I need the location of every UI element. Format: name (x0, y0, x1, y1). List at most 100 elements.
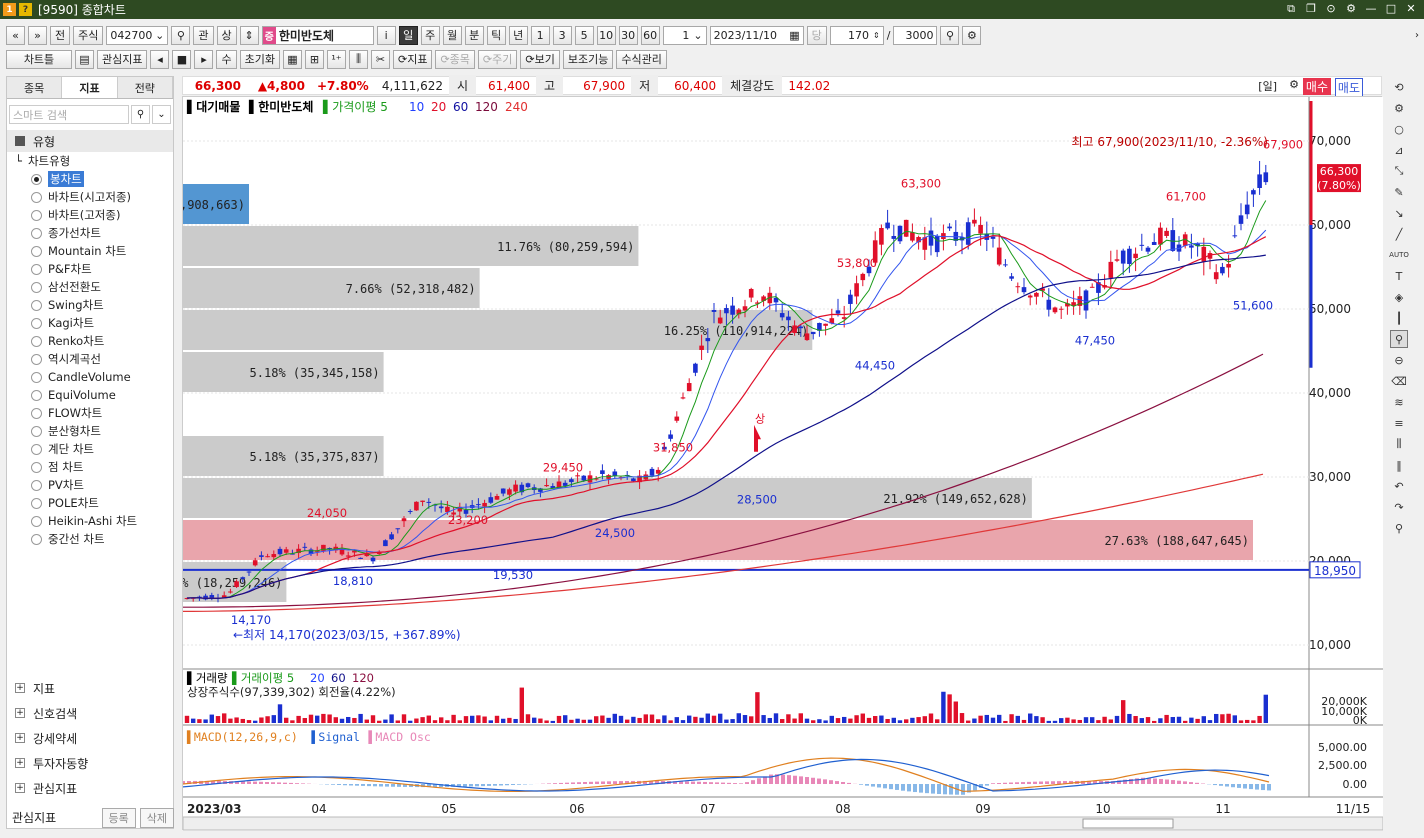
footer-indicator[interactable]: + 지표 (7, 677, 173, 699)
radio-icon[interactable] (31, 191, 42, 203)
text-icon[interactable]: T (1390, 267, 1408, 285)
radio-icon[interactable] (31, 209, 42, 221)
footer-investor[interactable]: + 투자자동향 (7, 752, 173, 774)
indicator-button[interactable]: ⟳ 지표 (392, 49, 433, 69)
market-select[interactable]: 주식 (73, 25, 104, 45)
chart-type-item[interactable]: 봉차트 (7, 170, 173, 188)
radio-icon[interactable] (31, 263, 42, 275)
tree-chart-type[interactable]: └ 차트유형 (7, 152, 173, 170)
zoom-icon[interactable]: ⚲ (1390, 330, 1408, 348)
chart-type-item[interactable]: 중간선 차트 (7, 530, 173, 548)
chart-type-item[interactable]: P&F차트 (7, 260, 173, 278)
stop-icon[interactable]: ■ (172, 49, 192, 69)
footer-strength[interactable]: + 강세약세 (7, 727, 173, 749)
magnify-icon[interactable]: ⚲ (1390, 519, 1408, 537)
smart-search-input[interactable]: 스마트 검색 (9, 105, 129, 124)
interval-30-button[interactable]: 30 (618, 25, 638, 45)
rotate-icon[interactable]: ⟲ (1390, 78, 1408, 96)
chart-type-item[interactable]: 바차트(시고저종) (7, 188, 173, 206)
period-tick-button[interactable]: 틱 (486, 25, 506, 45)
chart-area[interactable]: 70,000 60,000 50,000 40,000 30,000 20,000 10,0… (182, 96, 1383, 831)
nav-prev-button[interactable]: « (6, 25, 25, 45)
date-input[interactable]: 2023/11/10 ▦ (709, 25, 804, 45)
chart-type-item[interactable]: 점 차트 (7, 458, 173, 476)
zoom-out-icon[interactable]: ⊖ (1390, 351, 1408, 369)
radio-icon[interactable] (31, 245, 42, 257)
chart-type-item[interactable]: Renko차트 (7, 332, 173, 350)
save-icon[interactable]: ▤ (75, 49, 94, 69)
radio-icon[interactable] (31, 299, 42, 311)
chart-type-item[interactable]: POLE차트 (7, 494, 173, 512)
period-minute-button[interactable]: 분 (464, 25, 484, 45)
interval-60-button[interactable]: 60 (640, 25, 660, 45)
toolbar-scroll-right-icon[interactable]: › (1410, 23, 1424, 47)
shapes-icon[interactable]: ◈ (1390, 288, 1408, 306)
settings-icon[interactable]: ⚙ (962, 25, 982, 45)
chevron-down-icon[interactable]: ⌄ (152, 105, 171, 124)
line-icon[interactable]: ╱ (1390, 225, 1408, 243)
tab-stock[interactable]: 종목 (7, 77, 63, 98)
reset-button[interactable]: 초기화 (239, 49, 280, 69)
spin-icon[interactable]: ⇕ (873, 31, 880, 40)
camera-icon[interactable]: ⊙ (1324, 1, 1338, 16)
chart-type-item[interactable]: Swing차트 (7, 296, 173, 314)
radio-icon[interactable] (31, 515, 42, 527)
chevron-down-icon[interactable]: ⌄ (155, 29, 164, 42)
radio-icon[interactable] (31, 461, 42, 473)
section-type[interactable]: 유형 (7, 130, 173, 152)
candle-icon[interactable]: ┃ (1390, 309, 1408, 327)
radio-icon[interactable] (31, 173, 42, 185)
radio-icon[interactable] (31, 353, 42, 365)
layout-icon[interactable]: ⊞ (304, 49, 324, 69)
chart-type-item[interactable]: FLOW차트 (7, 404, 173, 422)
info-button[interactable]: i (376, 25, 396, 45)
formula-manage-button[interactable]: 수식관리 (616, 49, 667, 69)
period-button[interactable]: ⟳ 주기 (477, 49, 518, 69)
register-button[interactable]: 등록 (101, 807, 136, 828)
redo-icon[interactable]: ↷ (1390, 498, 1408, 516)
chart-icon[interactable]: ⊿ (1390, 141, 1408, 159)
radio-icon[interactable] (31, 335, 42, 347)
chart-type-item[interactable]: Mountain 차트 (7, 242, 173, 260)
footer-watch-indicator[interactable]: + 관심지표 (7, 777, 173, 799)
sang-button[interactable]: 상 (216, 25, 237, 45)
prev-stock-button[interactable]: 전 (50, 25, 71, 45)
radio-icon[interactable] (31, 371, 42, 383)
chart-type-item[interactable]: 계단 차트 (7, 440, 173, 458)
chart-type-item[interactable]: EquiVolume (7, 386, 173, 404)
auto-icon[interactable]: AUTO (1389, 246, 1409, 264)
dang-button[interactable]: 당 (806, 25, 827, 45)
interval-3-button[interactable]: 3 (552, 25, 572, 45)
stock-name-field[interactable]: 증 한미반도체 (261, 25, 374, 45)
circle-icon[interactable]: ○ (1390, 120, 1408, 138)
watch-indicator-button[interactable]: 관심지표 (97, 49, 148, 69)
spin-icon[interactable]: ⇕ (239, 25, 259, 45)
chart-frame-button[interactable]: 차트틀 (6, 49, 72, 69)
chart-svg[interactable]: 70,00060,00050,00040,00030,00020,00010,0… (183, 97, 1383, 831)
interval-10-button[interactable]: 10 (596, 25, 616, 45)
fib-icon[interactable]: ≋ (1390, 393, 1408, 411)
radio-icon[interactable] (31, 317, 42, 329)
stack-icon[interactable]: ❐ (1304, 1, 1318, 16)
radio-icon[interactable] (31, 443, 42, 455)
manual-button[interactable]: 수 (216, 49, 237, 69)
gear-icon[interactable]: ⚙ (1283, 78, 1305, 91)
radio-icon[interactable] (31, 389, 42, 401)
gear-icon[interactable]: ⚙ (1344, 1, 1358, 16)
tab-indicator[interactable]: 지표 (62, 77, 118, 98)
arrow-icon[interactable]: ↘ (1390, 204, 1408, 222)
radio-icon[interactable] (31, 497, 42, 509)
help-icon[interactable]: ? (19, 3, 32, 16)
chart-type-item[interactable]: 삼선전환도 (7, 278, 173, 296)
pen-icon[interactable]: ✎ (1390, 183, 1408, 201)
one-plus-one-icon[interactable]: ¹⁺ (326, 49, 346, 69)
eraser-icon[interactable]: ⌫ (1390, 372, 1408, 390)
arrow-right-icon[interactable]: ▸ (194, 49, 214, 69)
period-month-button[interactable]: 월 (442, 25, 462, 45)
gann-icon[interactable]: ⫼ (1390, 435, 1408, 453)
scissors-icon[interactable]: ✂ (370, 49, 390, 69)
bars-icon[interactable]: ⫼ (348, 49, 368, 69)
period-day-button[interactable]: 일 (398, 25, 418, 45)
chart-type-item[interactable]: 바차트(고저종) (7, 206, 173, 224)
nav-next-button[interactable]: » (28, 25, 47, 45)
